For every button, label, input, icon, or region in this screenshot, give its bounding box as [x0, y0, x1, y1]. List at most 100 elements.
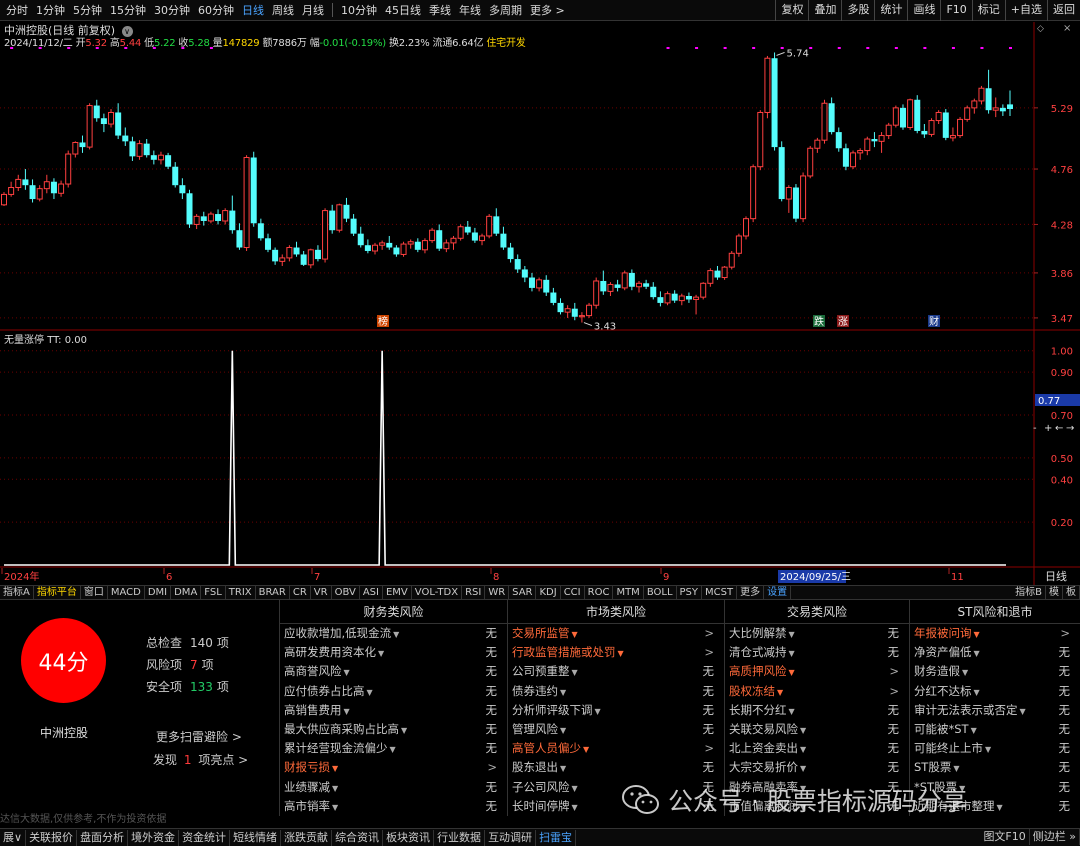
candle-body[interactable]	[250, 157, 257, 224]
candle-body[interactable]	[857, 150, 864, 154]
candle-body[interactable]	[1007, 104, 1013, 110]
candle-body[interactable]	[771, 58, 778, 148]
candle-body[interactable]	[143, 143, 150, 156]
candle-body[interactable]	[514, 259, 521, 270]
candle-body[interactable]	[835, 132, 842, 149]
indicator-tab[interactable]: BOLL	[644, 586, 677, 599]
candle-body[interactable]	[885, 124, 892, 137]
close-icon[interactable]: ×	[1063, 23, 1071, 34]
candle-body[interactable]	[29, 185, 36, 200]
candle-body[interactable]	[457, 226, 464, 239]
indicator-tab[interactable]: VOL-TDX	[412, 586, 463, 599]
period-tab[interactable]: 年线	[455, 0, 485, 21]
candle-body[interactable]	[207, 213, 214, 222]
candle-body[interactable]	[179, 185, 186, 194]
candle-body[interactable]	[79, 142, 86, 148]
candle-body[interactable]	[193, 215, 200, 225]
risk-item[interactable]: 清仓式减持 ▼ 无	[725, 643, 909, 662]
candle-body[interactable]	[65, 153, 72, 185]
candle-body[interactable]	[928, 120, 935, 135]
candle-body[interactable]	[414, 241, 421, 250]
candle-body[interactable]	[792, 187, 799, 219]
zoom-button[interactable]: -	[1033, 423, 1037, 434]
candle-body[interactable]	[150, 155, 157, 160]
candle-body[interactable]	[8, 187, 15, 195]
candle-body[interactable]	[236, 230, 243, 248]
candle-body[interactable]	[964, 107, 971, 120]
candle-body[interactable]	[293, 247, 300, 255]
tool-button[interactable]: 复权	[775, 0, 808, 21]
risk-item[interactable]: 高质押风险 ▼ >	[725, 662, 909, 681]
candle-body[interactable]	[635, 282, 642, 288]
period-tab[interactable]: 更多 >	[526, 0, 569, 21]
indicator-tab[interactable]: BRAR	[256, 586, 290, 599]
tool-button[interactable]: 叠加	[808, 0, 841, 21]
candle-body[interactable]	[286, 247, 293, 259]
risk-item[interactable]: 股权冻结 ▼ >	[725, 682, 909, 701]
indicator-tab[interactable]: ROC	[585, 586, 614, 599]
bottom-tab[interactable]: 扫雷宝	[536, 829, 577, 846]
candle-body[interactable]	[407, 241, 414, 245]
bottom-tab[interactable]: 展∨	[0, 829, 27, 846]
candle-body[interactable]	[165, 155, 172, 167]
bottom-tab[interactable]: 涨跌贡献	[281, 829, 333, 846]
indicator-tab[interactable]: 指标A	[0, 586, 34, 599]
period-tab[interactable]: 30分钟	[150, 0, 194, 21]
bottom-tab[interactable]: 板块资讯	[383, 829, 435, 846]
pin-icon[interactable]: ◇	[1037, 24, 1044, 34]
candle-body[interactable]	[400, 243, 407, 255]
candle-body[interactable]	[450, 237, 457, 244]
zoom-button[interactable]: +	[1044, 423, 1052, 434]
candle-body[interactable]	[871, 139, 878, 142]
period-tab[interactable]: 15分钟	[106, 0, 150, 21]
indicator-tab[interactable]: CCI	[561, 586, 585, 599]
candle-body[interactable]	[22, 179, 29, 186]
candle-body[interactable]	[578, 315, 585, 318]
candle-body[interactable]	[821, 102, 828, 141]
candle-body[interactable]	[507, 247, 514, 260]
candle-body[interactable]	[379, 242, 386, 246]
candle-body[interactable]	[757, 111, 764, 168]
risk-item[interactable]: 高销售费用 ▼ 无	[280, 701, 507, 720]
candle-body[interactable]	[393, 247, 400, 255]
candle-body[interactable]	[93, 105, 100, 119]
bottom-tab[interactable]: 盘面分析	[77, 829, 129, 846]
bottom-tab[interactable]: 互动调研	[485, 829, 537, 846]
risk-item[interactable]: 债券违约 ▼ 无	[508, 682, 724, 701]
candle-body[interactable]	[129, 141, 136, 157]
candle-body[interactable]	[650, 286, 657, 298]
candle-body[interactable]	[500, 233, 507, 248]
risk-item[interactable]: 业绩骤减 ▼ 无	[280, 778, 507, 797]
candle-body[interactable]	[664, 293, 671, 304]
risk-item[interactable]: 最大供应商采购占比高 ▼ 无	[280, 720, 507, 739]
candle-body[interactable]	[921, 130, 928, 135]
candle-body[interactable]	[157, 154, 164, 161]
indicator-tab[interactable]: ASI	[360, 586, 383, 599]
candle-body[interactable]	[878, 135, 885, 142]
candle-body[interactable]	[785, 187, 792, 200]
highlight-link[interactable]: 发现 1 项亮点 >	[153, 751, 248, 768]
risk-item[interactable]: 分红不达标 ▼ 无	[910, 682, 1080, 701]
candle-body[interactable]	[100, 118, 107, 125]
candle-body[interactable]	[521, 269, 528, 278]
period-tab[interactable]: 10分钟	[337, 0, 381, 21]
candle-body[interactable]	[707, 270, 714, 284]
indicator-tab[interactable]: EMV	[383, 586, 412, 599]
candle-body[interactable]	[743, 218, 750, 237]
candle-body[interactable]	[429, 229, 436, 242]
candle-body[interactable]	[72, 141, 79, 155]
indicator-tab[interactable]: SAR	[509, 586, 537, 599]
indicator-tab[interactable]: 更多	[737, 586, 765, 599]
candle-body[interactable]	[907, 99, 914, 128]
candle-body[interactable]	[949, 135, 956, 139]
indicator-tab[interactable]: DMI	[145, 586, 172, 599]
candle-body[interactable]	[300, 254, 307, 265]
period-tab[interactable]: 5分钟	[69, 0, 106, 21]
candle-body[interactable]	[115, 112, 122, 136]
bottom-tab[interactable]: 资金统计	[179, 829, 231, 846]
candle-body[interactable]	[372, 244, 379, 252]
candle-body[interactable]	[550, 292, 557, 303]
candle-body[interactable]	[628, 272, 635, 287]
candle-body[interactable]	[957, 118, 964, 137]
more-scan-link[interactable]: 更多扫雷避险 >	[156, 728, 242, 745]
